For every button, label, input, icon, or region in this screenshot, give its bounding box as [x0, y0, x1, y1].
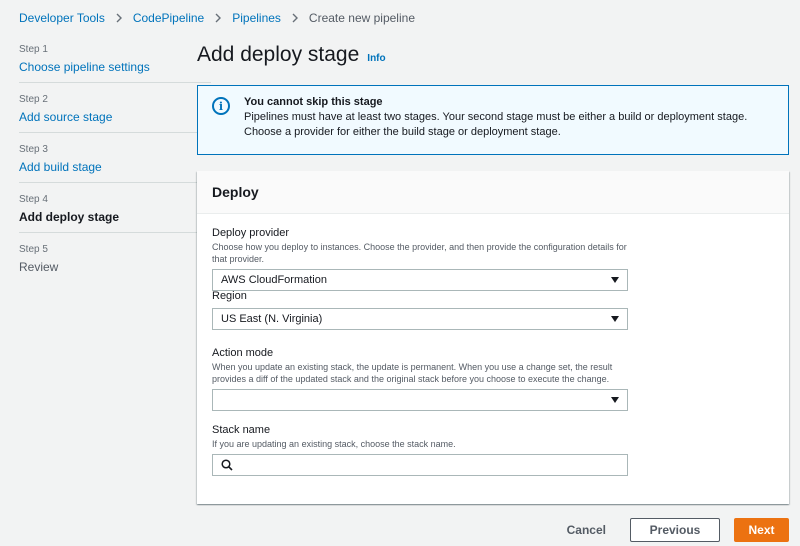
caret-down-icon: [611, 397, 619, 403]
step-number: Step 2: [19, 94, 48, 105]
deploy-panel: Deploy Deploy provider Choose how you de…: [197, 171, 789, 504]
wizard-step-5: Step 5 Review: [19, 244, 211, 282]
stack-name-search: [212, 454, 628, 476]
info-alert: i You cannot skip this stage Pipelines m…: [197, 85, 789, 155]
action-mode-select[interactable]: [212, 389, 628, 411]
deploy-provider-select[interactable]: AWS CloudFormation: [212, 269, 628, 291]
alert-text: Pipelines must have at least two stages.…: [244, 111, 748, 138]
page-header: Add deploy stage Info: [197, 43, 386, 67]
wizard-step-4: Step 4 Add deploy stage: [19, 194, 211, 233]
field-description: If you are updating an existing stack, c…: [212, 439, 456, 449]
previous-button[interactable]: Previous: [630, 518, 720, 542]
page-title: Add deploy stage: [197, 43, 360, 66]
info-link[interactable]: Info: [367, 53, 385, 64]
step-link-add-build-stage[interactable]: Add build stage: [19, 160, 211, 174]
search-icon: [221, 459, 233, 471]
select-value: US East (N. Virginia): [221, 313, 323, 325]
step-number: Step 5: [19, 244, 48, 255]
step-link-add-source-stage[interactable]: Add source stage: [19, 110, 211, 124]
wizard-footer: Cancel Previous Next: [567, 518, 789, 542]
step-number: Step 4: [19, 194, 48, 205]
caret-down-icon: [611, 277, 619, 283]
field-label: Region: [212, 290, 247, 302]
field-label: Action mode: [212, 347, 274, 359]
step-number: Step 1: [19, 44, 48, 55]
field-description: Choose how you deploy to instances. Choo…: [212, 242, 627, 264]
breadcrumb-developer-tools[interactable]: Developer Tools: [19, 11, 105, 25]
step-number: Step 3: [19, 144, 48, 155]
stack-name-input[interactable]: [239, 459, 619, 471]
step-link-choose-pipeline-settings[interactable]: Choose pipeline settings: [19, 60, 211, 74]
stack-name-field: Stack name If you are updating an existi…: [212, 424, 628, 476]
alert-title: You cannot skip this stage: [244, 96, 383, 108]
action-mode-field: Action mode When you update an existing …: [212, 347, 628, 411]
select-value: AWS CloudFormation: [221, 274, 327, 286]
breadcrumb-pipelines[interactable]: Pipelines: [232, 11, 281, 25]
next-button[interactable]: Next: [734, 518, 789, 542]
caret-down-icon: [611, 316, 619, 322]
wizard-step-3: Step 3 Add build stage: [19, 144, 211, 183]
region-select[interactable]: US East (N. Virginia): [212, 308, 628, 330]
breadcrumb-current: Create new pipeline: [308, 11, 415, 25]
cancel-button[interactable]: Cancel: [567, 523, 606, 537]
wizard-step-2: Step 2 Add source stage: [19, 94, 211, 133]
step-review: Review: [19, 260, 59, 274]
field-label: Deploy provider: [212, 227, 290, 239]
panel-header: Deploy: [197, 171, 789, 214]
info-icon: i: [212, 97, 230, 115]
breadcrumb-codepipeline[interactable]: CodePipeline: [133, 11, 204, 25]
field-description: When you update an existing stack, the u…: [212, 362, 613, 384]
chevron-right-icon: [291, 13, 299, 23]
chevron-right-icon: [115, 13, 123, 23]
wizard-step-1: Step 1 Choose pipeline settings: [19, 44, 211, 83]
region-field: Region US East (N. Virginia): [212, 290, 628, 330]
wizard-steps: Step 1 Choose pipeline settings Step 2 A…: [19, 44, 211, 293]
field-label: Stack name: [212, 424, 271, 436]
deploy-provider-field: Deploy provider Choose how you deploy to…: [212, 227, 628, 291]
chevron-right-icon: [214, 13, 222, 23]
breadcrumb: Developer Tools CodePipeline Pipelines C…: [19, 11, 415, 25]
step-current-add-deploy-stage: Add deploy stage: [19, 210, 120, 224]
